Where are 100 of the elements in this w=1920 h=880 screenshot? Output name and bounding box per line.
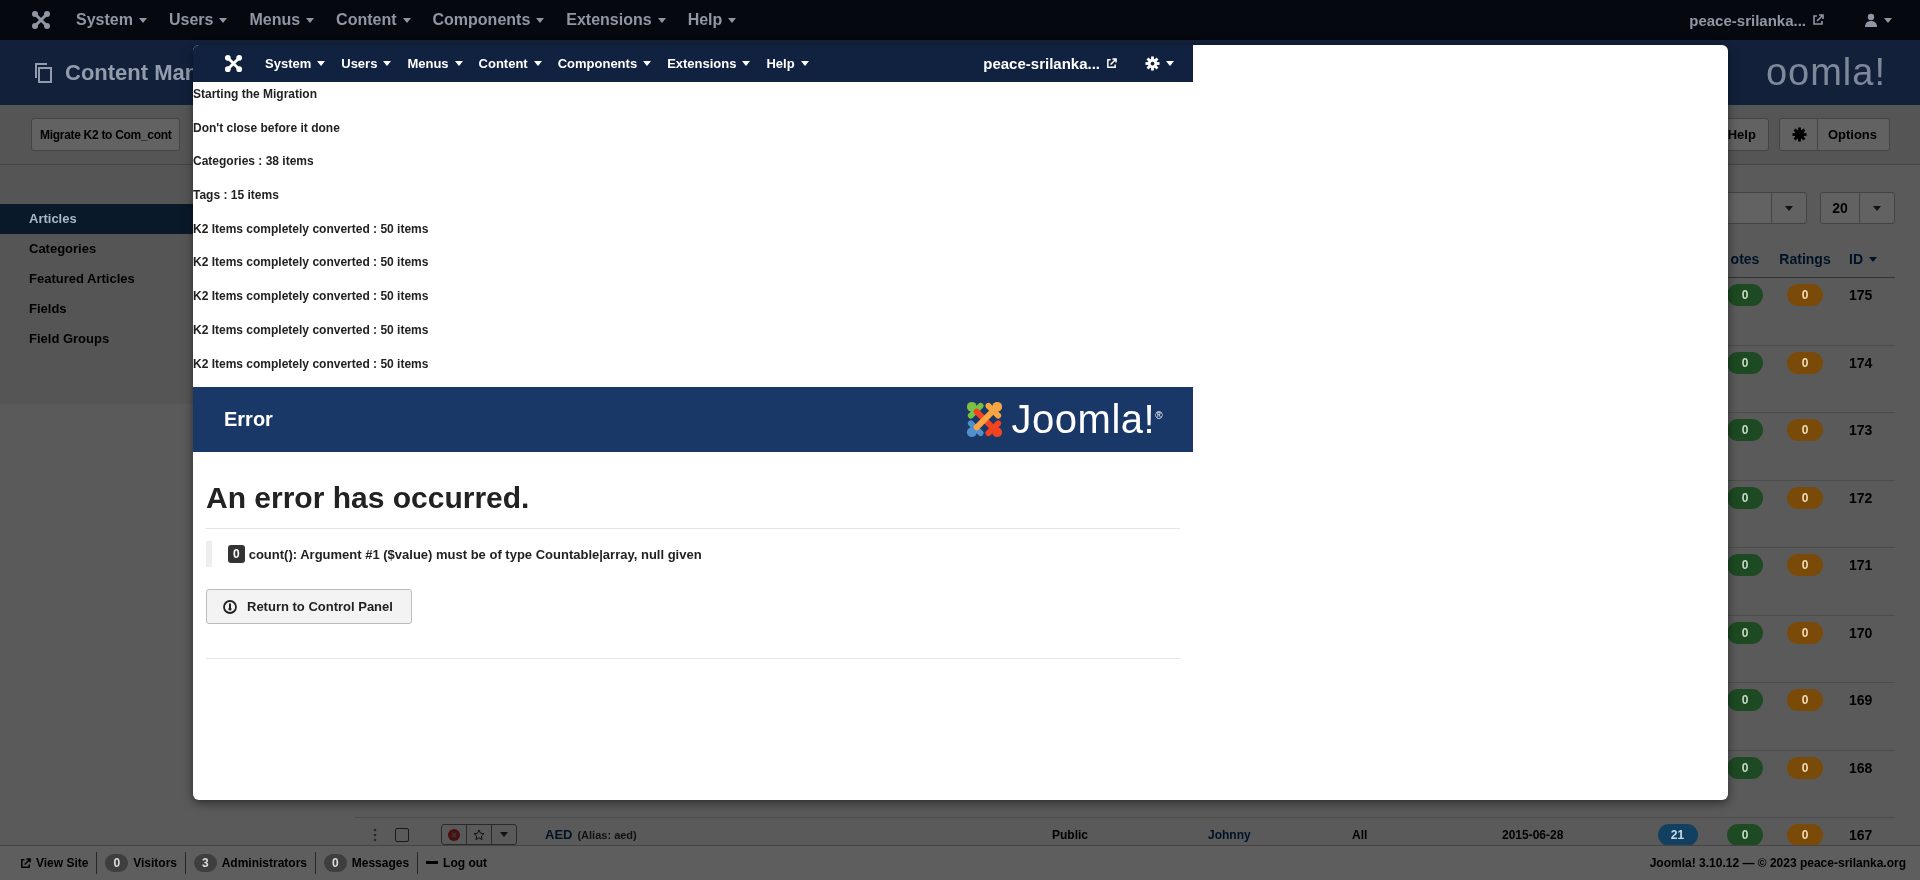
votes-badge: 0 [1727, 756, 1763, 779]
hits-badge: 21 [1657, 824, 1698, 846]
log-line: Tags : 15 items [193, 187, 280, 204]
log-line: Starting the Migration [193, 86, 318, 102]
cross-logo-icon[interactable] [31, 10, 51, 30]
log-line: Don't close before it done [193, 119, 341, 136]
ratings-badge: 0 [1787, 756, 1823, 779]
caret-icon [1166, 61, 1174, 66]
ratings-badge: 0 [1787, 824, 1823, 846]
caret-icon [306, 17, 315, 23]
ratings-badge: 0 [1787, 554, 1823, 576]
copy-icon [33, 61, 53, 84]
user-icon [1864, 13, 1878, 27]
error-message: count(): Argument #1 ($value) must be of type Countable|array, null given [248, 546, 702, 562]
cross-logo-icon[interactable] [224, 54, 243, 73]
migrate-button[interactable]: Migrate K2 to Com_cont [31, 118, 181, 151]
access-cell-text: Public [1051, 827, 1089, 844]
caret-icon [500, 832, 508, 837]
return-button[interactable]: Return to Control Panel [206, 589, 412, 625]
caret-icon [1785, 205, 1793, 211]
language-cell-text: All [1351, 827, 1369, 844]
row-checkbox[interactable] [395, 828, 409, 842]
caret-icon [536, 17, 545, 23]
id-cell-text: 174 [1848, 353, 1874, 373]
log-line: K2 Items completely converted : 50 items [193, 321, 430, 338]
menu-item[interactable]: Users [157, 11, 239, 29]
caret-icon [1873, 205, 1881, 211]
id-cell-text: 172 [1848, 488, 1874, 508]
menu-item[interactable]: Menus [399, 56, 471, 71]
id-cell-text: 170 [1848, 623, 1874, 643]
status-link[interactable]: 0 Visitors [97, 854, 185, 872]
external-link-icon [20, 857, 31, 869]
menu-item[interactable]: Menus [238, 11, 326, 29]
votes-badge: 0 [1727, 284, 1763, 306]
menu-item[interactable]: Help [758, 56, 817, 71]
log-line: K2 Items completely converted : 50 items [193, 288, 430, 305]
logo-text: Joomla!$^{®}$ [1011, 397, 1163, 443]
ratings-badge: 0 [1787, 351, 1823, 374]
caret-icon [657, 17, 666, 23]
ratings-badge: 0 [1787, 689, 1823, 711]
settings-menu[interactable] [1145, 56, 1174, 71]
error-heading: An error has occurred. [206, 480, 531, 517]
votes-badge: 0 [1727, 824, 1763, 846]
caret-icon [1869, 257, 1877, 263]
votes-badge: 0 [1727, 486, 1763, 509]
close-icon [448, 828, 460, 841]
caret-icon [402, 17, 411, 23]
site-link[interactable]: peace-srilanka... [983, 55, 1100, 72]
status-link[interactable]: 0 Messages [316, 854, 418, 872]
drag-handle-icon[interactable] [373, 828, 377, 842]
caret-icon [533, 61, 542, 66]
votes-badge: 0 [1727, 689, 1763, 711]
menu-item[interactable]: Users [333, 56, 400, 71]
menu-item[interactable]: Content [325, 11, 422, 29]
version-text: Joomla! 3.10.12 — © 2023 peace-srilanka.org [1649, 856, 1906, 870]
votes-badge: 0 [1727, 419, 1763, 441]
menu-item[interactable]: Components [549, 56, 660, 71]
ratings-badge: 0 [1787, 486, 1823, 509]
settings-icon [1145, 56, 1160, 71]
menu-item[interactable]: Content [470, 56, 550, 71]
menu-item[interactable]: System [257, 56, 334, 71]
minus-icon [426, 861, 439, 865]
dashboard-icon [223, 599, 237, 614]
article-alias: (Alias: aed) [577, 829, 637, 841]
id-cell-text: 169 [1848, 691, 1874, 710]
external-link-icon [1812, 14, 1824, 26]
ratings-badge: 0 [1787, 284, 1823, 306]
error-title: Error [224, 408, 273, 432]
user-menu[interactable] [1864, 13, 1892, 27]
caret-icon [800, 61, 809, 66]
caret-icon [1884, 17, 1892, 23]
gear-icon [1791, 127, 1807, 142]
caret-icon [728, 17, 737, 23]
votes-badge: 0 [1727, 351, 1763, 374]
id-cell-text: 168 [1848, 758, 1874, 778]
status-link[interactable]: 3 Administrators [186, 854, 316, 872]
external-link-icon [1106, 58, 1117, 69]
ratings-badge: 0 [1787, 419, 1823, 441]
id-cell-text: 171 [1848, 556, 1874, 575]
menu-item[interactable]: Extensions [555, 11, 677, 29]
menu-item[interactable]: Help [676, 11, 748, 29]
caret-icon [219, 17, 228, 23]
votes-badge: 0 [1727, 554, 1763, 576]
id-cell-text: 167 [1848, 826, 1874, 845]
date-cell-text: 2015-06-28 [1501, 827, 1565, 844]
star-icon [473, 828, 485, 841]
site-link[interactable]: peace-srilanka... [1689, 11, 1806, 29]
limit-select[interactable]: 20 [1820, 192, 1895, 224]
caret-icon [317, 61, 326, 66]
menu-item[interactable]: Components [421, 11, 556, 29]
caret-icon [138, 17, 147, 23]
log-line: K2 Items completely converted : 50 items [193, 254, 430, 271]
caret-icon [643, 61, 652, 66]
id-cell-text: 173 [1848, 421, 1874, 440]
caret-icon [454, 61, 463, 66]
options-button[interactable]: Options [1778, 118, 1890, 151]
error-code-badge: 0 [228, 545, 245, 564]
caret-icon [383, 61, 392, 66]
menu-item[interactable]: System [65, 11, 158, 29]
menu-item[interactable]: Extensions [659, 56, 759, 71]
